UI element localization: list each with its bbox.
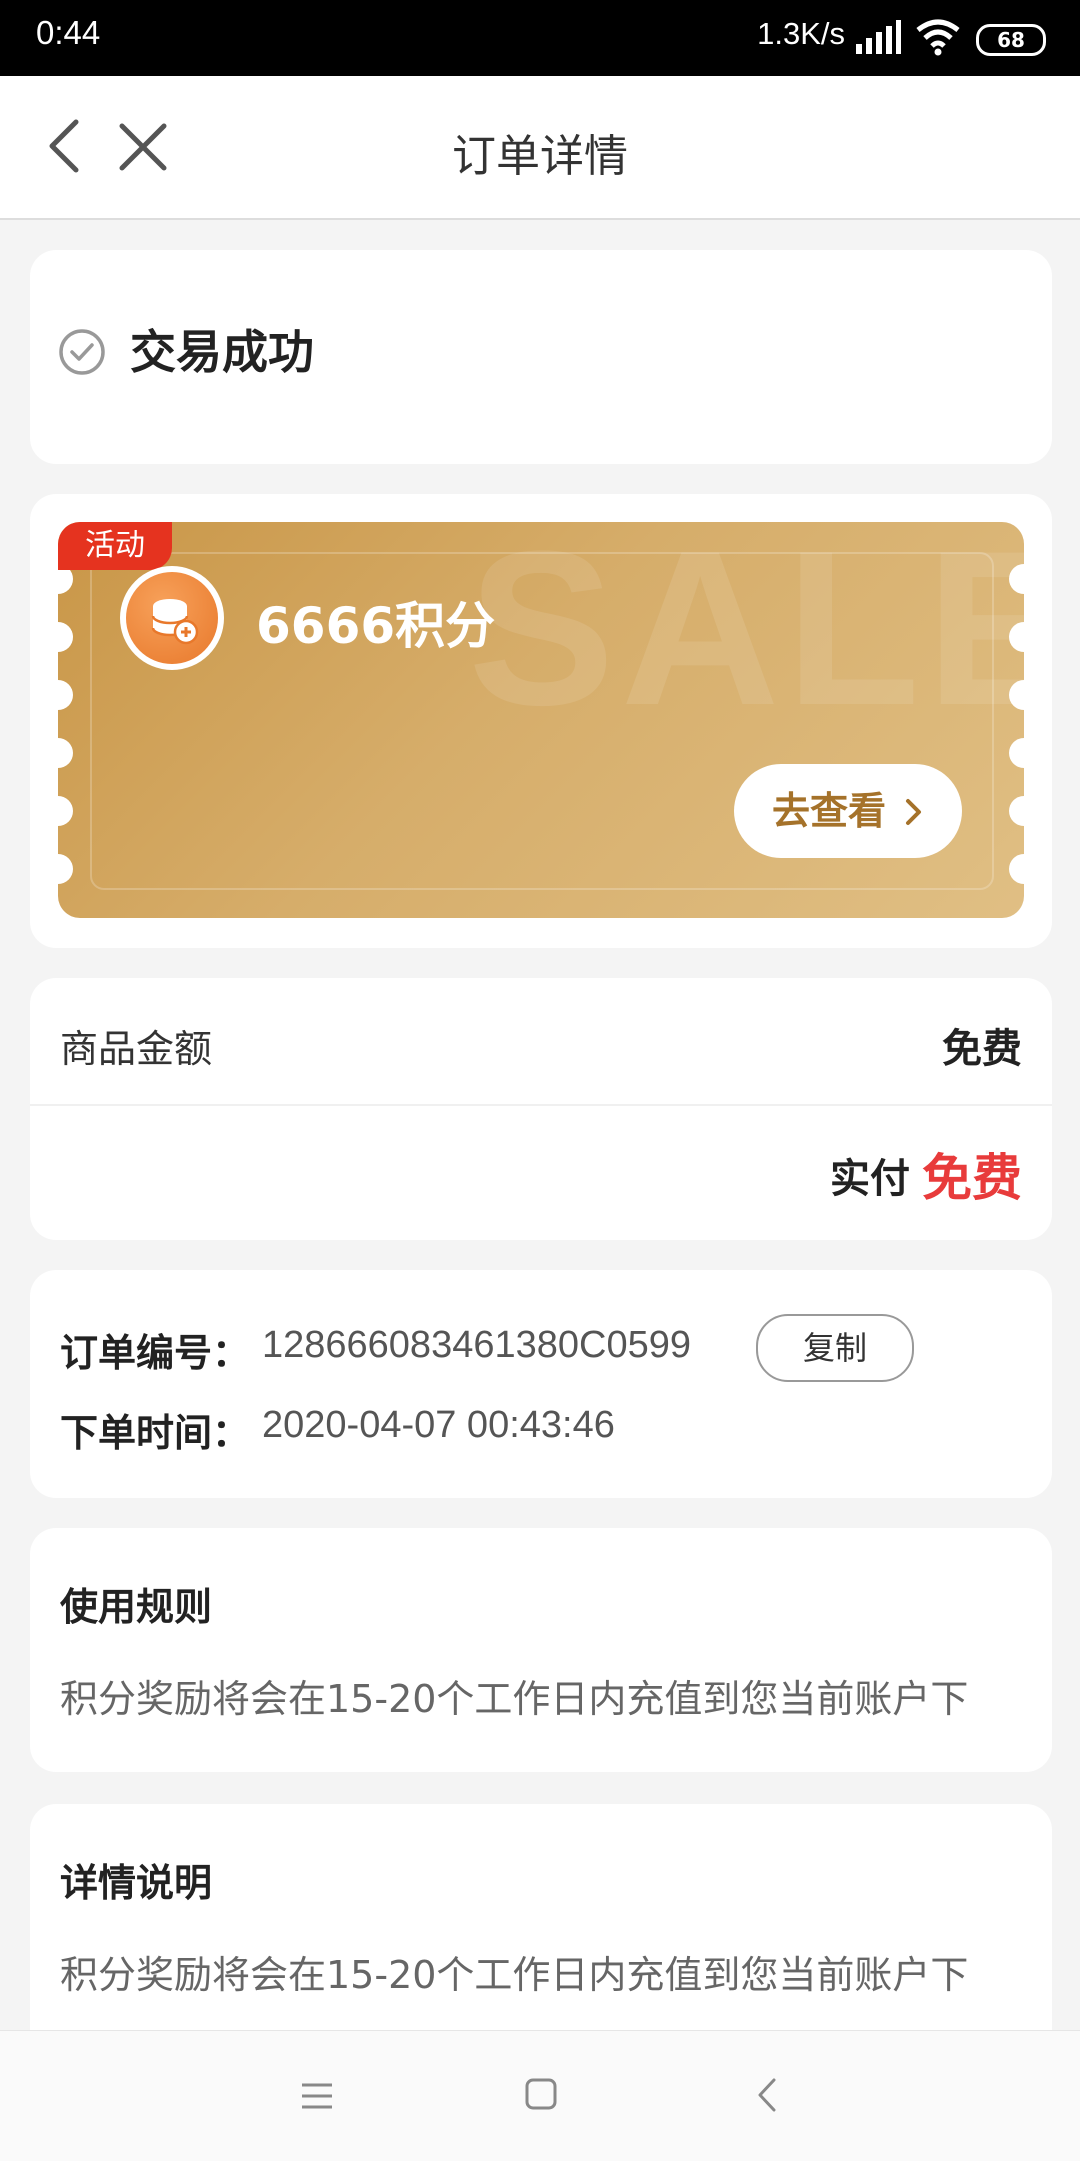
coupon-notch [1009,854,1024,884]
order-status-text: 交易成功 [130,325,314,379]
system-nav-bar [0,2030,1080,2161]
coupon-notch [1009,796,1024,826]
signal-icon [856,20,901,54]
order-time-value: 2020-04-07 00:43:46 [262,1404,615,1446]
status-bar: 0:44 1.3K/s 68 [0,0,1080,76]
usage-rules-body: 积分奖励将会在15-20个工作日内充值到您当前账户下 [60,1677,969,1721]
status-time: 0:44 [36,14,101,51]
coupon-notch [58,854,73,884]
system-back-icon[interactable] [756,2077,778,2113]
order-info-card: 订单编号： 128666083461380C0599 复制 下单时间： 2020… [30,1270,1052,1498]
order-number-label: 订单编号： [60,1331,251,1375]
coupon-notch [58,680,73,710]
coin-stack-icon [151,599,199,645]
copy-button[interactable]: 复制 [756,1314,914,1382]
points-amount: 6666积分 [256,597,496,655]
battery-icon: 68 [976,24,1046,56]
home-icon[interactable] [524,2077,558,2111]
activity-tag: 活动 [58,522,172,570]
details-body: 积分奖励将会在15-20个工作日内充值到您当前账户下 [60,1953,969,1997]
amount-card: 商品金额 免费 实付 免费 [30,978,1052,1240]
order-time-label: 下单时间： [60,1411,251,1455]
view-button[interactable]: 去查看 [734,764,962,858]
usage-rules-card: 使用规则 积分奖励将会在15-20个工作日内充值到您当前账户下 [30,1528,1052,1772]
goods-amount-row: 商品金额 免费 [30,978,1052,1106]
view-button-label: 去查看 [772,789,887,833]
paid-label: 实付 [830,1156,910,1202]
top-nav-bar: 订单详情 [0,76,1080,220]
usage-rules-title: 使用规则 [60,1585,213,1629]
order-number-value: 128666083461380C0599 [262,1324,691,1366]
wifi-icon [916,19,960,56]
network-speed: 1.3K/s [757,16,845,51]
points-coin-icon [120,566,224,670]
order-status-card: 交易成功 [30,250,1052,464]
coupon-notch [58,622,73,652]
paid-value: 免费 [922,1149,1022,1207]
details-title: 详情说明 [60,1861,213,1905]
menu-icon[interactable] [300,2081,334,2111]
coupon-notch [58,738,73,768]
chevron-right-icon [906,799,921,825]
points-coupon[interactable]: SALE 活动 6666积分 去查看 [58,522,1024,918]
goods-amount-value: 免费 [942,1026,1022,1072]
page-title: 订单详情 [452,131,628,182]
coupon-notch [58,796,73,826]
goods-amount-label: 商品金额 [60,1027,213,1071]
reward-card: SALE 活动 6666积分 去查看 [30,494,1052,948]
check-circle-icon [59,329,105,375]
